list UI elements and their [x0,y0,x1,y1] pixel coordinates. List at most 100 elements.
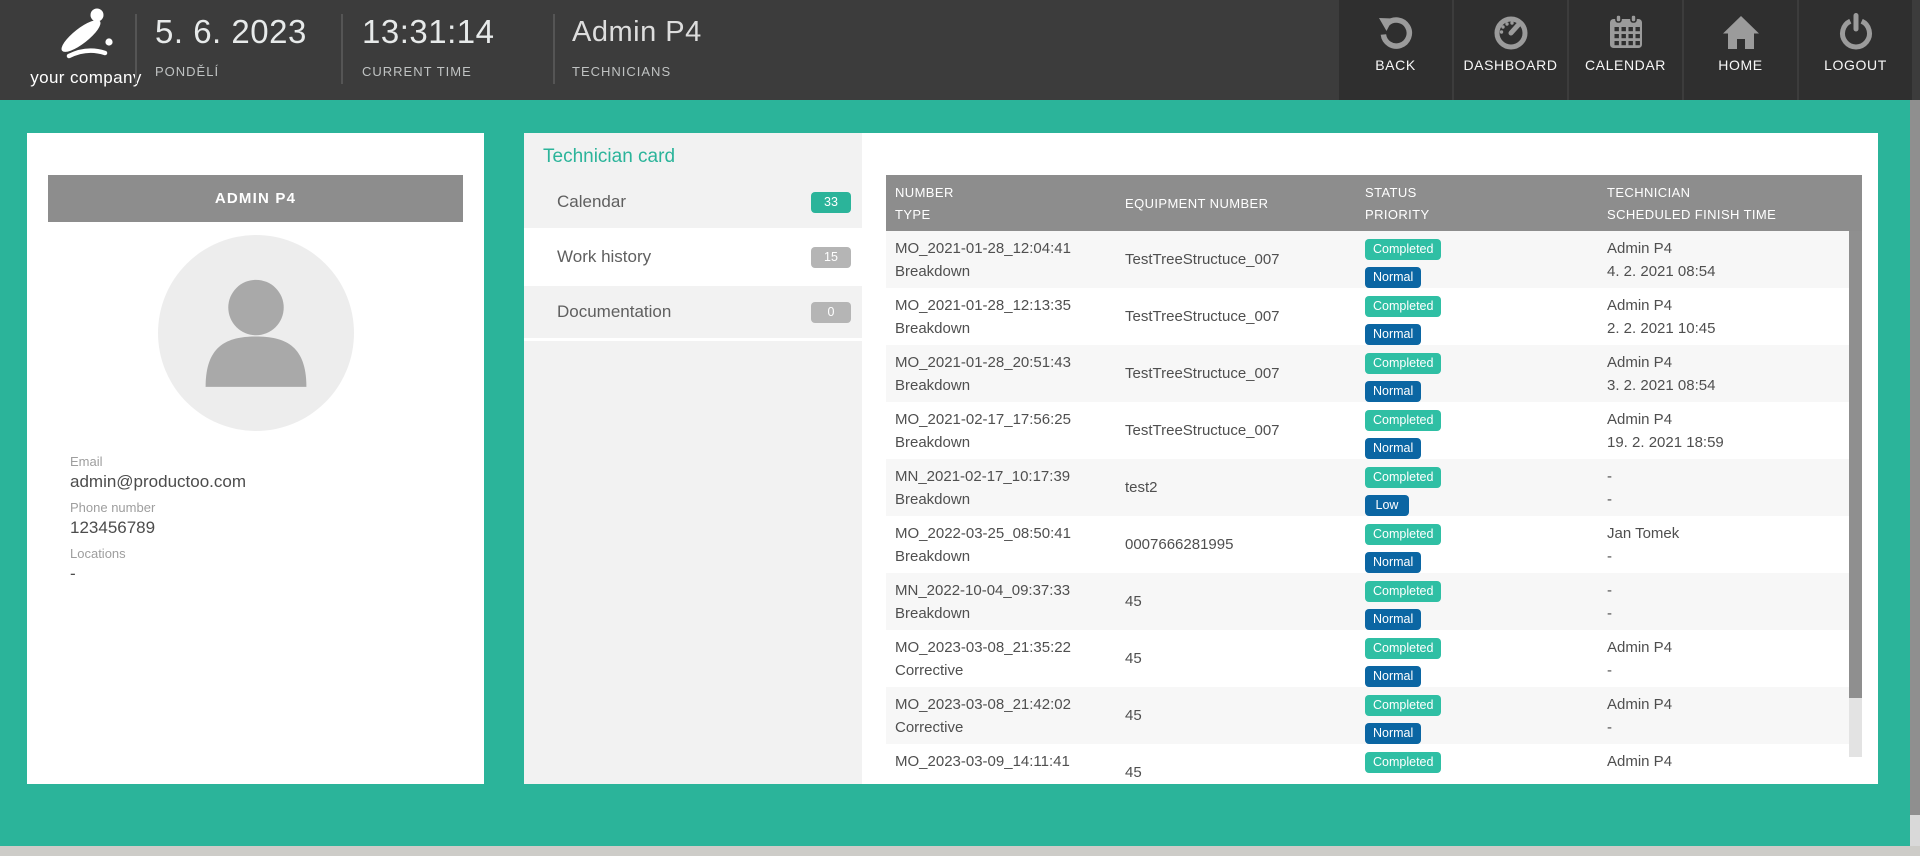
page-subtitle: TECHNICIANS [572,64,671,79]
work-order-number: MO_2023-03-08_21:35:22 [895,630,1116,657]
work-order-number: MO_2023-03-09_14:11:41 [895,744,1116,771]
scheduled-finish-time: 2. 2. 2021 10:45 [1607,320,1862,338]
logout-label: LOGOUT [1824,57,1887,73]
cell-number-type: MO_2021-02-17_17:56:25Breakdown [886,402,1116,459]
cell-number-type: MO_2021-01-28_12:04:41Breakdown [886,231,1116,288]
menu-item-calendar[interactable]: Calendar33 [524,176,862,231]
profile-card: ADMIN P4 Emailadmin@productoo.comPhone n… [27,133,484,784]
priority-badge: Normal [1365,552,1421,573]
profile-field-value: - [70,563,246,584]
table-header: NUMBER TYPE EQUIPMENT NUMBER STATUS PRIO… [886,175,1862,231]
page-vertical-scrollbar[interactable] [1910,100,1920,846]
cell-number-type: MO_2023-03-08_21:35:22Corrective [886,630,1116,687]
technician-name: - [1607,573,1862,600]
top-nav: BACK DASHBOARD [1339,0,1912,100]
cell-technician-finish: Admin P43. 2. 2021 08:54 [1598,345,1862,402]
scheduled-finish-time: - [1607,662,1862,680]
cell-technician-finish: Admin P4- [1598,687,1862,744]
table-row[interactable]: MO_2023-03-08_21:42:02Corrective45Comple… [886,687,1862,744]
table-row[interactable]: MN_2021-02-17_10:17:39Breakdowntest2Comp… [886,459,1862,516]
priority-badge: Normal [1365,609,1421,630]
work-order-type: Breakdown [895,605,1116,623]
cell-status-priority: CompletedNormal [1356,402,1598,459]
table-row[interactable]: MN_2022-10-04_09:37:33Breakdown45Complet… [886,573,1862,630]
column-header-line: EQUIPMENT NUMBER [1125,196,1356,211]
scheduled-finish-time: - [1607,491,1862,509]
cell-status-priority: Completed Normal [1356,231,1598,288]
home-button[interactable]: HOME [1684,0,1797,100]
priority-badge: Normal [1365,324,1421,345]
work-order-type: Breakdown [895,320,1116,338]
menu-item-work-history[interactable]: Work history15 [524,231,862,286]
topbar-divider [341,14,343,84]
cell-status-priority: CompletedNormal [1356,687,1598,744]
calendar-button[interactable]: CALENDAR [1569,0,1682,100]
table-row[interactable]: MO_2023-03-08_21:35:22Corrective45Comple… [886,630,1862,687]
scheduled-finish-time: - [1607,605,1862,623]
work-order-type: Breakdown [895,377,1116,395]
work-order-type: Breakdown [895,263,1116,281]
dashboard-label: DASHBOARD [1463,57,1557,73]
table-row[interactable]: MO_2021-01-28_20:51:43BreakdownTestTreeS… [886,345,1862,402]
column-header-number-type: NUMBER TYPE [886,175,1116,231]
table-row[interactable]: MO_2021-01-28_12:04:41BreakdownTestTreeS… [886,231,1862,288]
priority-badge: Low [1365,495,1409,516]
page-horizontal-scrollbar[interactable] [0,846,1920,856]
status-badge: Completed [1365,695,1441,716]
technician-name: Admin P4 [1607,288,1862,315]
table-row[interactable]: MO_2021-01-28_12:13:35 BreakdownTestTreeS… [886,288,1862,345]
menu-item-documentation[interactable]: Documentation0 [524,286,862,341]
menu-item-label: Work history [557,247,651,267]
dashboard-icon [1491,12,1531,52]
cell-technician-finish: Admin P44. 2. 2021 08:54 [1598,231,1862,288]
menu-item-label: Documentation [557,302,671,322]
cell-status-priority: CompletedLow [1356,459,1598,516]
calendar-icon [1606,12,1646,52]
column-header-line: TECHNICIAN [1607,185,1862,200]
cell-equipment-number: TestTreeStructuce_007 [1116,288,1356,345]
cell-equipment-number: 45 [1116,630,1356,687]
scheduled-finish-time: 3. 2. 2021 08:54 [1607,377,1862,395]
cell-status-priority: CompletedNormal [1356,573,1598,630]
column-header-line: NUMBER [895,185,1116,200]
status-badge: Completed [1365,296,1441,317]
logout-icon [1836,12,1876,52]
priority-badge: Normal [1365,666,1421,687]
back-button[interactable]: BACK [1339,0,1452,100]
page-title: Admin P4 [572,16,702,49]
table-row[interactable]: MO_2021-02-17_17:56:25BreakdownTestTreeS… [886,402,1862,459]
cell-status-priority: CompletedNormal [1356,630,1598,687]
priority-badge: Normal [1365,438,1421,459]
home-label: HOME [1718,57,1762,73]
priority-badge: Normal [1365,381,1421,402]
current-time: 13:31:14 [362,13,494,51]
priority-badge: Normal [1365,267,1421,288]
menu-list: Calendar33Work history15Documentation0 [524,176,862,341]
cell-equipment-number: 0007666281995 [1116,516,1356,573]
table-scrollbar-thumb[interactable] [1849,231,1862,698]
table-row[interactable]: MO_2023-03-09_14:11:4145CompletedAdmin P… [886,744,1862,784]
logout-button[interactable]: LOGOUT [1799,0,1912,100]
status-badge: Completed [1365,239,1441,260]
profile-field-label: Phone number [70,499,246,516]
cell-number-type: MO_2022-03-25_08:50:41Breakdown [886,516,1116,573]
profile-field: Emailadmin@productoo.com [70,453,246,492]
status-badge: Completed [1365,353,1441,374]
table-row[interactable]: MO_2022-03-25_08:50:41Breakdown000766628… [886,516,1862,573]
page-vertical-scrollbar-thumb[interactable] [1910,100,1920,815]
work-order-number: MO_2023-03-08_21:42:02 [895,687,1116,714]
technician-name: Admin P4 [1607,231,1862,258]
cell-status-priority: Completed Normal [1356,288,1598,345]
column-header-line: PRIORITY [1365,207,1598,222]
work-order-number: MO_2021-01-28_12:13:35 [895,288,1116,315]
dashboard-button[interactable]: DASHBOARD [1454,0,1567,100]
technician-name: Admin P4 [1607,402,1862,429]
cell-number-type: MO_2023-03-09_14:11:41 [886,744,1116,784]
current-date-label: PONDĚLÍ [155,64,219,79]
avatar [158,235,354,431]
technician-name: Admin P4 [1607,630,1862,657]
topbar-divider [135,14,137,84]
cell-equipment-number: 45 [1116,573,1356,630]
work-order-number: MO_2022-03-25_08:50:41 [895,516,1116,543]
cell-status-priority: CompletedNormal [1356,516,1598,573]
